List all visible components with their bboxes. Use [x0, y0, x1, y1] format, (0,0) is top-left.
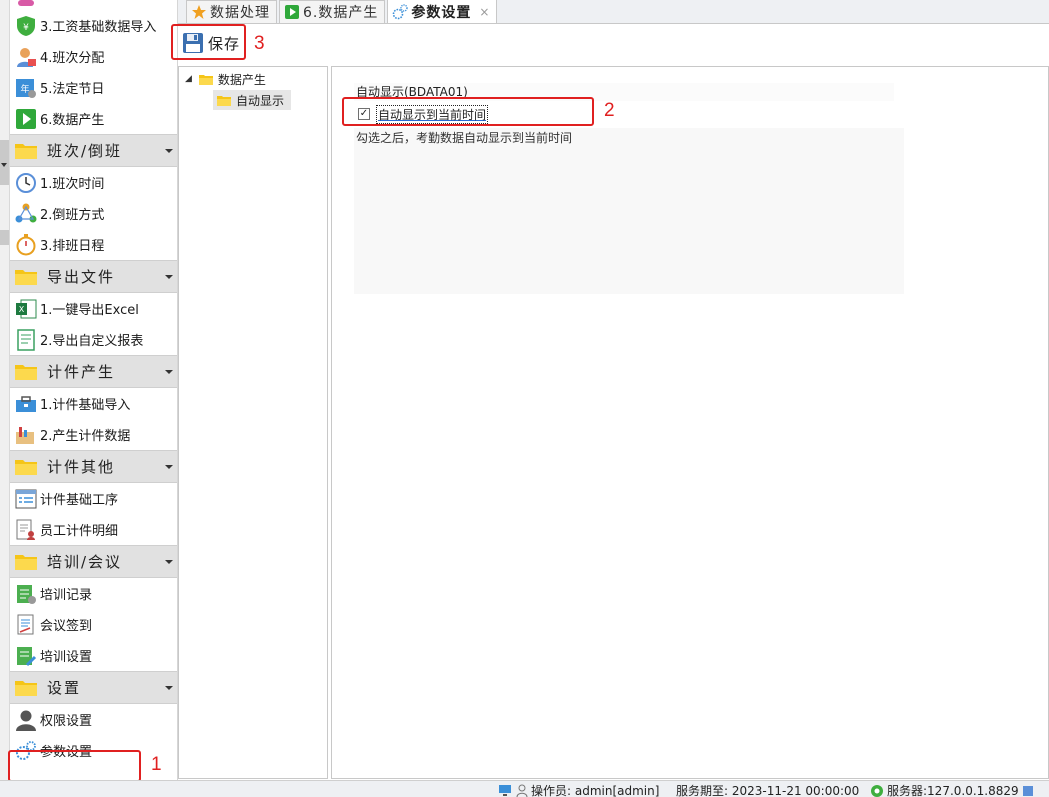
folder-icon	[15, 142, 37, 159]
training-setting-icon	[15, 645, 37, 667]
cut-icon	[15, 0, 37, 10]
sidebar-item-piece-import[interactable]: 1.计件基础导入	[10, 388, 177, 419]
chevron-down-icon[interactable]	[165, 275, 173, 279]
stopwatch-icon	[15, 233, 37, 256]
annotation-number-3: 3	[254, 33, 265, 54]
sidebar-item-data-generate[interactable]: 6.数据产生	[10, 103, 177, 134]
annotation-box-1	[8, 750, 141, 782]
user-icon	[516, 784, 528, 797]
training-record-icon	[15, 583, 37, 605]
play-icon	[284, 4, 300, 20]
status-bar: 操作员: admin[admin] 服务期至: 2023-11-21 00:00…	[0, 780, 1049, 797]
play-icon	[15, 108, 37, 130]
tab-data-generate[interactable]: 6.数据产生	[279, 0, 386, 23]
annotation-box-2	[342, 97, 594, 126]
box-chart-icon	[15, 424, 37, 446]
gears-icon	[392, 3, 409, 20]
annotation-number-2: 2	[604, 100, 615, 121]
sidebar-item-training-setting[interactable]: 培训设置	[10, 640, 177, 671]
sidebar-item-shift-time[interactable]: 1.班次时间	[10, 167, 177, 198]
sidebar-item-salary-import[interactable]: ¥ 3.工资基础数据导入	[10, 10, 177, 41]
folder-icon	[15, 553, 37, 570]
chevron-down-icon[interactable]	[165, 370, 173, 374]
chevron-down-icon[interactable]	[165, 149, 173, 153]
disk-icon	[1022, 785, 1033, 796]
tab-param-settings[interactable]: 参数设置 ×	[387, 0, 498, 23]
status-operator: 操作员: admin[admin]	[498, 782, 659, 797]
sidebar-item-schedule[interactable]: 3.排班日程	[10, 229, 177, 260]
folder-icon	[15, 363, 37, 380]
monitor-icon	[499, 785, 511, 796]
sidebar-item-meeting-signin[interactable]: 会议签到	[10, 609, 177, 640]
tab-label: 数据处理	[210, 5, 270, 21]
folder-icon	[198, 74, 213, 85]
strip-arrow-icon[interactable]	[1, 163, 7, 167]
chevron-down-icon[interactable]	[165, 686, 173, 690]
tab-label: 6.数据产生	[303, 5, 379, 21]
tree-expand-icon[interactable]: ◢	[185, 74, 192, 84]
sidebar: ¥ 3.工资基础数据导入 4.班次分配 年 5.法定节日 6.数据产生 班次/倒…	[10, 0, 178, 780]
annotation-box-3	[171, 24, 246, 60]
report-icon	[15, 328, 37, 351]
folder-icon	[15, 458, 37, 475]
sidebar-group-piece-other[interactable]: 计件其他	[10, 450, 177, 483]
folder-icon	[15, 679, 37, 696]
status-service-period: 服务期至: 2023-11-21 00:00:00	[676, 784, 860, 797]
user-assign-icon	[15, 46, 37, 68]
toolbox-icon	[15, 393, 37, 415]
user-silhouette-icon	[15, 709, 37, 731]
sidebar-item-piece-detail[interactable]: 员工计件明细	[10, 514, 177, 545]
tab-label: 参数设置	[411, 4, 472, 21]
tab-data-processing[interactable]: 数据处理	[186, 0, 277, 23]
sidebar-group-shift[interactable]: 班次/倒班	[10, 134, 177, 167]
sidebar-item-shift-assign[interactable]: 4.班次分配	[10, 41, 177, 72]
sidebar-item-permissions[interactable]: 权限设置	[10, 704, 177, 735]
annotation-number-1: 1	[151, 754, 162, 775]
tree-node-auto-display[interactable]: 自动显示	[213, 90, 291, 110]
tab-bar: 数据处理 6.数据产生 参数设置 ×	[178, 0, 1049, 24]
sidebar-item-cut[interactable]	[10, 0, 177, 10]
star-icon	[191, 4, 207, 20]
sidebar-group-piece-generate[interactable]: 计件产生	[10, 355, 177, 388]
folder-icon	[217, 95, 231, 106]
param-description: 勾选之后，考勤数据自动显示到当前时间	[354, 128, 904, 294]
share-nodes-icon	[15, 203, 37, 225]
toolbar: 保存	[178, 25, 1049, 63]
sidebar-group-export[interactable]: 导出文件	[10, 260, 177, 293]
chevron-down-icon[interactable]	[165, 465, 173, 469]
sidebar-item-training-record[interactable]: 培训记录	[10, 578, 177, 609]
doc-person-icon	[15, 519, 37, 541]
sidebar-item-piece-data[interactable]: 2.产生计件数据	[10, 419, 177, 450]
folder-icon	[15, 268, 37, 285]
sidebar-item-holidays[interactable]: 年 5.法定节日	[10, 72, 177, 103]
sidebar-group-settings[interactable]: 设置	[10, 671, 177, 704]
chevron-down-icon[interactable]	[165, 560, 173, 564]
svg-text:X: X	[19, 305, 25, 314]
clock-icon	[15, 172, 37, 194]
category-tree: ◢ 数据产生 自动显示	[178, 66, 328, 779]
param-panel: 自动显示(BDATA01) ✓ 自动显示到当前时间 勾选之后，考勤数据自动显示到…	[331, 66, 1049, 779]
status-server: 服务器:127.0.0.1.8829	[870, 782, 1034, 797]
shield-money-icon: ¥	[15, 15, 37, 37]
sidebar-item-export-report[interactable]: 2.导出自定义报表	[10, 324, 177, 355]
list-window-icon	[15, 488, 37, 510]
calendar-year-icon: 年	[15, 77, 37, 99]
server-status-icon	[871, 784, 883, 797]
strip-handle-2[interactable]	[0, 230, 9, 245]
sidebar-item-piece-process[interactable]: 计件基础工序	[10, 483, 177, 514]
sidebar-group-training[interactable]: 培训/会议	[10, 545, 177, 578]
sidebar-item-export-excel[interactable]: X 1.一键导出Excel	[10, 293, 177, 324]
excel-icon: X	[15, 298, 37, 320]
sign-in-icon	[15, 614, 37, 636]
tree-node-data-generate[interactable]: ◢ 数据产生	[185, 69, 266, 89]
left-collapse-strip[interactable]	[0, 0, 10, 780]
close-icon[interactable]: ×	[479, 5, 490, 19]
sidebar-item-rotation[interactable]: 2.倒班方式	[10, 198, 177, 229]
svg-text:¥: ¥	[23, 23, 29, 33]
